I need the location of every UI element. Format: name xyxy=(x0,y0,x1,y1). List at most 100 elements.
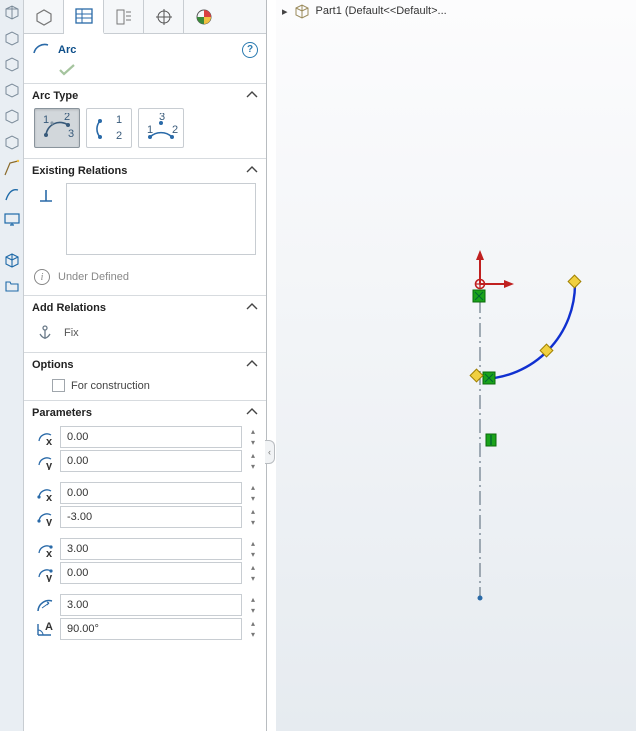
spin-up[interactable]: ▴ xyxy=(246,594,260,605)
for-construction-checkbox[interactable] xyxy=(52,379,65,392)
relations-listbox[interactable] xyxy=(66,183,256,255)
svg-text:A: A xyxy=(45,621,53,633)
spin-down[interactable]: ▾ xyxy=(246,461,260,472)
spin-down[interactable]: ▾ xyxy=(246,605,260,616)
curve-icon[interactable] xyxy=(2,184,22,204)
tab-property-manager[interactable] xyxy=(64,0,104,34)
arc-type-centerpoint[interactable]: 123 xyxy=(34,108,80,148)
spin-up[interactable]: ▴ xyxy=(246,426,260,437)
svg-text:y: y xyxy=(46,572,53,582)
folder-icon[interactable] xyxy=(2,276,22,296)
spin-down[interactable]: ▾ xyxy=(246,493,260,504)
spin-down[interactable]: ▾ xyxy=(246,517,260,528)
spin-down[interactable]: ▾ xyxy=(246,437,260,448)
arc-icon xyxy=(32,40,50,59)
param-start-x: x 0.00 ▴▾ xyxy=(24,481,266,505)
param-input[interactable]: 0.00 xyxy=(60,450,242,472)
tab-feature-tree[interactable] xyxy=(24,0,64,33)
section-arc-type: Arc Type 123 12 123 xyxy=(24,83,266,158)
svg-text:2: 2 xyxy=(116,130,122,142)
confirm-button[interactable] xyxy=(24,61,266,83)
part-icon[interactable] xyxy=(2,250,22,270)
svg-text:y: y xyxy=(46,460,53,470)
svg-text:1: 1 xyxy=(147,124,153,136)
spin-up[interactable]: ▴ xyxy=(246,538,260,549)
sketch-canvas xyxy=(276,0,636,731)
panel-splitter[interactable]: ‹ xyxy=(267,0,276,731)
tab-display[interactable] xyxy=(184,0,224,33)
sketch-icon[interactable] xyxy=(2,158,22,178)
chevron-up-icon xyxy=(246,359,258,371)
spin-down[interactable]: ▾ xyxy=(246,629,260,640)
collapse-handle[interactable]: ‹ xyxy=(265,440,275,464)
param-input[interactable]: 3.00 xyxy=(60,594,242,616)
cube-icon[interactable] xyxy=(2,2,22,22)
param-radius: 3.00 ▴▾ xyxy=(24,593,266,617)
start-y-icon: y xyxy=(34,506,56,528)
tab-configuration[interactable] xyxy=(104,0,144,33)
cube-icon[interactable] xyxy=(2,132,22,152)
cube-icon[interactable] xyxy=(2,106,22,126)
spin-up[interactable]: ▴ xyxy=(246,506,260,517)
section-header[interactable]: Parameters xyxy=(24,401,266,425)
svg-text:3: 3 xyxy=(159,113,165,123)
tab-dimxpert[interactable] xyxy=(144,0,184,33)
param-end-y: y 0.00 ▴▾ xyxy=(24,561,266,585)
handle-endpoint[interactable] xyxy=(470,369,483,382)
cube-icon[interactable] xyxy=(2,54,22,74)
radius-icon xyxy=(34,594,56,616)
cube-icon[interactable] xyxy=(2,28,22,48)
section-header[interactable]: Existing Relations xyxy=(24,159,266,183)
origin-triad xyxy=(475,250,514,289)
section-label: Arc Type xyxy=(32,90,246,102)
section-header[interactable]: Add Relations xyxy=(24,296,266,320)
section-add-relations: Add Relations Fix xyxy=(24,295,266,352)
section-options: Options For construction xyxy=(24,352,266,400)
relation-label: Fix xyxy=(64,327,79,339)
param-center-y: y 0.00 ▴▾ xyxy=(24,449,266,473)
section-parameters: Parameters x 0.00 ▴▾ y 0.00 ▴▾ x 0.00 ▴▾… xyxy=(24,400,266,641)
graphics-viewport[interactable]: ▸ Part1 (Default<<Default>... xyxy=(276,0,636,731)
param-input[interactable]: 0.00 xyxy=(60,426,242,448)
left-icon-bar xyxy=(0,0,24,731)
arc-type-tangent[interactable]: 12 xyxy=(86,108,132,148)
handle-endpoint[interactable] xyxy=(568,275,581,288)
relation-fix[interactable]: Fix xyxy=(24,320,266,352)
status-text: Under Defined xyxy=(58,271,129,283)
svg-text:x: x xyxy=(46,436,53,446)
center-x-icon: x xyxy=(34,426,56,448)
spin-up[interactable]: ▴ xyxy=(246,482,260,493)
param-input[interactable]: 0.00 xyxy=(60,482,242,504)
arc-type-3point[interactable]: 1 23 xyxy=(138,108,184,148)
param-input[interactable]: 90.00° xyxy=(60,618,242,640)
svg-text:y: y xyxy=(46,516,53,526)
arc-entity[interactable] xyxy=(483,284,575,379)
svg-text:2: 2 xyxy=(172,124,178,136)
end-y-icon: y xyxy=(34,562,56,584)
section-existing-relations: Existing Relations i Under Defined xyxy=(24,158,266,295)
spin-up[interactable]: ▴ xyxy=(246,618,260,629)
param-input[interactable]: 0.00 xyxy=(60,562,242,584)
section-header[interactable]: Arc Type xyxy=(24,84,266,108)
spin-down[interactable]: ▾ xyxy=(246,549,260,560)
svg-text:2: 2 xyxy=(64,113,70,123)
cube-icon[interactable] xyxy=(2,80,22,100)
section-label: Add Relations xyxy=(32,302,246,314)
help-icon[interactable]: ? xyxy=(242,42,258,58)
section-header[interactable]: Options xyxy=(24,353,266,377)
svg-text:x: x xyxy=(46,548,53,558)
param-end-x: x 3.00 ▴▾ xyxy=(24,537,266,561)
param-input[interactable]: -3.00 xyxy=(60,506,242,528)
param-input[interactable]: 3.00 xyxy=(60,538,242,560)
anchor-icon xyxy=(34,322,56,344)
spin-up[interactable]: ▴ xyxy=(246,450,260,461)
end-x-icon: x xyxy=(34,538,56,560)
perpendicular-icon xyxy=(34,183,58,207)
monitor-icon[interactable] xyxy=(2,210,22,230)
spin-down[interactable]: ▾ xyxy=(246,573,260,584)
property-panel: Arc ? Arc Type 123 12 123 xyxy=(24,0,267,731)
svg-text:x: x xyxy=(46,492,53,502)
spin-up[interactable]: ▴ xyxy=(246,562,260,573)
panel-tabs xyxy=(24,0,266,34)
for-construction-label: For construction xyxy=(71,380,150,392)
